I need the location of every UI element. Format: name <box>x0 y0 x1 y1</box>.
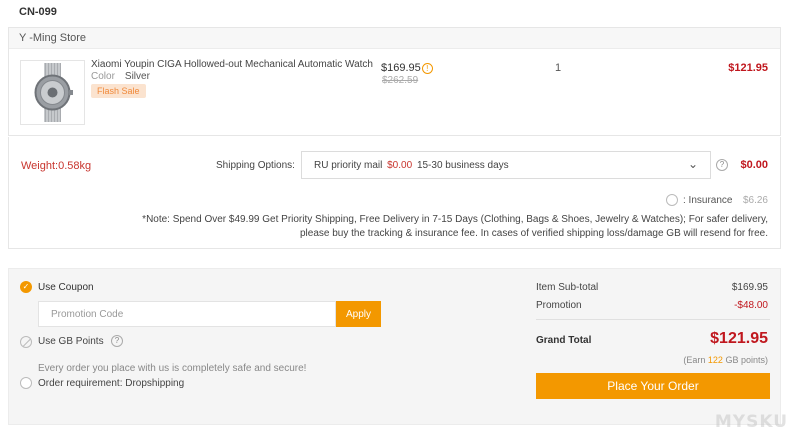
insurance-label: : Insurance <box>683 195 733 206</box>
use-coupon-checkbox[interactable]: ✓ <box>20 281 32 293</box>
earn-prefix: (Earn <box>683 355 706 365</box>
info-icon[interactable]: ! <box>421 63 433 74</box>
promotion-code-input[interactable] <box>38 301 336 327</box>
insurance-radio[interactable] <box>666 194 678 206</box>
gb-points-help-icon[interactable]: ? <box>111 335 123 347</box>
product-quantity: 1 <box>555 62 562 74</box>
checkout-panel: ✓ Use Coupon Apply Use GB Points ? Every… <box>8 268 781 425</box>
product-price: $169.95! <box>381 62 433 74</box>
order-id: CN-099 <box>19 6 57 18</box>
use-coupon-label[interactable]: Use Coupon <box>38 282 94 293</box>
watch-image <box>34 63 73 122</box>
dropshipping-label[interactable]: Order requirement: Dropshipping <box>38 378 184 389</box>
shipping-method-name: RU priority mail <box>314 160 383 171</box>
earn-points-text: (Earn 122 GB points) <box>683 355 768 365</box>
earn-suffix: GB points) <box>725 355 768 365</box>
store-order-box: Y -Ming Store Xiaomi Youpin CIGA Hollowe… <box>8 27 781 136</box>
shipping-cost: $0.00 <box>740 159 768 171</box>
promotion-value: -$48.00 <box>734 300 768 311</box>
apply-button[interactable]: Apply <box>336 301 381 327</box>
shipping-note: *Note: Spend Over $49.99 Get Priority Sh… <box>142 214 768 239</box>
earn-points-value: 122 <box>707 355 723 365</box>
use-gb-points-label[interactable]: Use GB Points <box>38 336 104 347</box>
insurance-cost: $6.26 <box>742 195 768 206</box>
use-gb-points-checkbox[interactable] <box>20 336 32 348</box>
product-name[interactable]: Xiaomi Youpin CIGA Hollowed-out Mechanic… <box>91 59 373 70</box>
subtotal-label: Item Sub-total <box>536 282 599 293</box>
safe-order-text: Every order you place with us is complet… <box>38 363 307 374</box>
shipping-box: Weight:0.58kg Shipping Options: RU prior… <box>8 137 781 249</box>
product-image[interactable] <box>20 60 85 125</box>
grand-total-value: $121.95 <box>710 330 768 347</box>
promotion-label: Promotion <box>536 300 582 311</box>
shipping-method-select[interactable]: RU priority mail $0.00 15-30 business da… <box>301 151 711 179</box>
dropshipping-radio[interactable] <box>20 377 32 389</box>
help-icon[interactable]: ? <box>716 159 728 171</box>
grand-total-label: Grand Total <box>536 335 592 346</box>
store-name[interactable]: Y -Ming Store <box>9 28 780 49</box>
summary-divider <box>536 319 770 320</box>
original-price: $262.59 <box>382 75 419 86</box>
product-color-label: Color <box>91 71 115 82</box>
subtotal-value: $169.95 <box>731 282 768 293</box>
shipping-method-days: 15-30 business days <box>416 160 509 171</box>
shipping-options-label: Shipping Options: <box>216 160 295 171</box>
product-price-value: $169.95 <box>381 62 421 74</box>
product-color-value: Silver <box>124 71 150 82</box>
chevron-down-icon: ⌄ <box>687 157 698 171</box>
flash-sale-badge: Flash Sale <box>91 84 146 98</box>
place-order-button[interactable]: Place Your Order <box>536 373 770 399</box>
shipping-method-cost: $0.00 <box>387 160 413 171</box>
product-color: Color Silver <box>91 71 150 82</box>
watermark: MYSKU <box>714 412 788 432</box>
package-weight: Weight:0.58kg <box>21 160 92 172</box>
product-total: $121.95 <box>728 62 768 74</box>
